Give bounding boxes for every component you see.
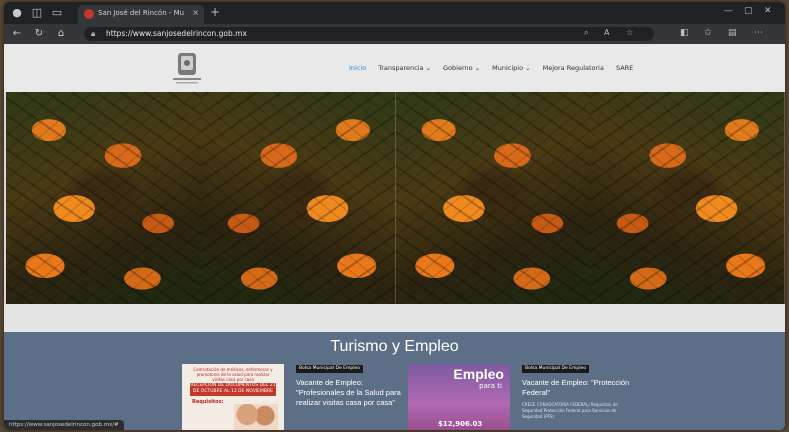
split-screen-icon[interactable]: ◧ (680, 28, 689, 38)
empleo-title: Empleo (453, 366, 504, 382)
tab-title: San José del Rincón - Municipi... (98, 9, 184, 17)
tab-close-icon[interactable]: × (192, 8, 199, 17)
menu-inicio[interactable]: Inicio (349, 64, 366, 72)
close-window-icon[interactable]: ✕ (764, 6, 772, 16)
hero-banner (6, 92, 785, 304)
poster-heading: Contratación de médicos, enfermeras y pr… (193, 367, 273, 382)
back-icon[interactable]: ← (10, 27, 24, 41)
menu-transparencia[interactable]: Transparencia ⌄ (378, 64, 431, 72)
job-poster-image[interactable]: Contratación de médicos, enfermeras y pr… (182, 364, 284, 430)
status-bar-url: https://www.sanjosedelrincon.gob.mx/# (4, 420, 124, 430)
browser-window: ● ◫ ▭ San José del Rincón - Municipi... … (4, 2, 785, 430)
poster-banner: RECEPCIÓN DE DOCUMENTOS DEL 21 DE OCTUBR… (190, 383, 276, 396)
maximize-icon[interactable]: ▢ (744, 6, 753, 16)
tab-strip: ● ◫ ▭ San José del Rincón - Municipi... … (4, 2, 785, 24)
workspaces-icon[interactable]: ◫ (30, 6, 44, 20)
url-text[interactable]: https://www.sanjosedelrincon.gob.mx (106, 29, 247, 38)
tab-active[interactable]: San José del Rincón - Municipi... × (78, 5, 204, 24)
collections-icon[interactable]: ▤ (728, 28, 737, 38)
more-menu-icon[interactable]: ⋯ (754, 28, 763, 38)
profile-icon[interactable]: ● (10, 6, 24, 20)
butterfly-image (6, 92, 201, 304)
municipal-logo[interactable] (170, 50, 204, 86)
lock-icon: 🔒︎ (91, 29, 96, 38)
poster-requisitos: Requisitos: (192, 399, 224, 405)
new-tab-button[interactable]: + (210, 6, 220, 19)
tab-actions-icon[interactable]: ▭ (50, 6, 64, 20)
site-favicon-icon (84, 9, 94, 19)
menu-mejora-regulatoria[interactable]: Mejora Regulatoria (543, 64, 604, 72)
butterfly-image (200, 92, 396, 304)
category-tag[interactable]: Bolsa Municipal De Empleo (522, 365, 589, 373)
menu-municipio[interactable]: Municipio ⌄ (492, 64, 530, 72)
turismo-empleo-section: Turismo y Empleo Contratación de médicos… (4, 332, 785, 430)
salary-text: $12,906.03 (438, 420, 483, 428)
butterfly-image (590, 92, 785, 304)
menu-sare[interactable]: SARE (616, 64, 633, 72)
separator-band (4, 304, 785, 332)
zoom-icon[interactable]: ⌕ (584, 28, 588, 38)
address-bar[interactable]: 🔒︎ https://www.sanjosedelrincon.gob.mx ⌕… (84, 27, 654, 41)
favorite-star-icon[interactable]: ☆ (626, 28, 633, 37)
read-aloud-icon[interactable]: A (604, 28, 609, 37)
section-title: Turismo y Empleo (330, 338, 459, 355)
card-title[interactable]: Vacante de Empleo: "Protección Federal" (522, 378, 634, 398)
people-illustration (234, 404, 278, 430)
home-icon[interactable]: ⌂ (54, 27, 68, 41)
menu-gobierno[interactable]: Gobierno ⌄ (443, 64, 480, 72)
favorites-icon[interactable]: ✩ (704, 28, 712, 38)
refresh-icon[interactable]: ↻ (32, 27, 46, 41)
card-description: CRECE CONVOCATORIA FEDERAL/ Requisitos d… (522, 402, 618, 419)
empleo-poster-image[interactable]: Empleo para ti $12,906.03 (408, 364, 510, 430)
butterfly-image (395, 92, 591, 304)
web-page: Inicio Transparencia ⌄ Gobierno ⌄ Munici… (4, 44, 785, 430)
browser-toolbar: ← ↻ ⌂ 🔒︎ https://www.sanjosedelrincon.go… (4, 24, 785, 44)
category-tag[interactable]: Bolsa Municipal De Empleo (296, 365, 363, 373)
main-menu: Inicio Transparencia ⌄ Gobierno ⌄ Munici… (349, 64, 633, 72)
minimize-icon[interactable]: — (724, 6, 733, 16)
site-header: Inicio Transparencia ⌄ Gobierno ⌄ Munici… (4, 44, 785, 92)
card-title[interactable]: Vacante de Empleo: "Profesionales de la … (296, 378, 404, 408)
empleo-subtitle: para ti (479, 382, 502, 390)
